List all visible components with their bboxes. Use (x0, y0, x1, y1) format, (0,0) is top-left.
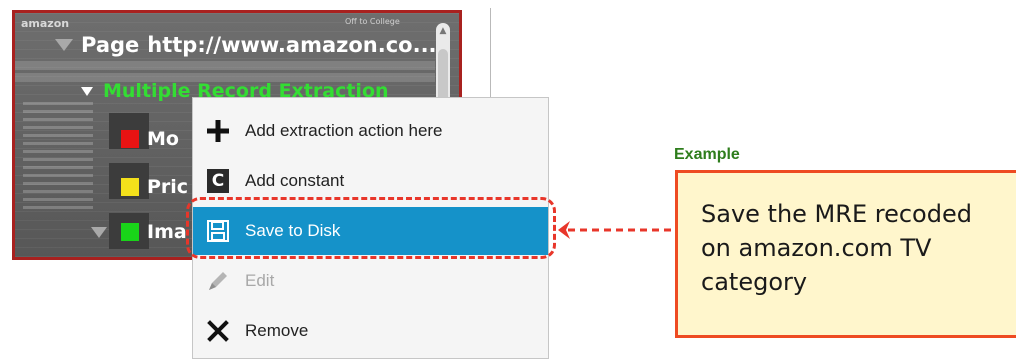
tree-item-label: Mo (147, 128, 179, 150)
menu-item-remove[interactable]: Remove (193, 307, 548, 355)
tree-item-price[interactable]: Pric (121, 176, 188, 198)
menu-item-label: Remove (245, 321, 309, 340)
menu-item-label: Edit (245, 271, 275, 290)
constant-c-icon: C (205, 168, 231, 194)
menu-item-label: Add extraction action here (245, 121, 443, 140)
page-label: Page (81, 33, 140, 57)
highlight-outline (186, 197, 556, 259)
sidebar-text-block (23, 97, 93, 214)
expand-triangle-icon[interactable] (81, 86, 93, 96)
dashed-arrow-icon (558, 221, 678, 239)
expand-triangle-icon[interactable] (55, 39, 73, 51)
color-swatch-icon (121, 178, 139, 196)
tree-item-label: Pric (147, 176, 189, 198)
expand-triangle-icon[interactable] (91, 227, 107, 238)
color-swatch-icon (121, 223, 139, 241)
annotation-heading: Example (674, 146, 740, 163)
annotation-callout: Save the MRE recoded on amazon.com TV ca… (675, 170, 1016, 338)
menu-item-edit: Edit (193, 257, 548, 305)
pencil-icon (205, 268, 231, 294)
annotation-text: Save the MRE recoded on amazon.com TV ca… (701, 200, 972, 296)
tree-item-model[interactable]: Mo (121, 128, 179, 150)
plus-icon (205, 118, 231, 144)
scroll-up-arrow-icon[interactable]: ▲ (436, 25, 450, 37)
tree-item-label: Ima (147, 221, 187, 243)
tree-node-page[interactable]: Page http://www.amazon.co... (55, 33, 437, 57)
promo-text: Off to College (345, 17, 400, 26)
tree-item-image[interactable]: Ima (121, 221, 187, 243)
amazon-logo: amazon (21, 17, 70, 30)
nav-strip (15, 61, 435, 70)
x-icon (205, 318, 231, 344)
menu-item-label: Add constant (245, 171, 345, 190)
page-url: http://www.amazon.co... (147, 33, 437, 57)
menu-item-add-extraction-action[interactable]: Add extraction action here (193, 107, 548, 155)
color-swatch-icon (121, 130, 139, 148)
